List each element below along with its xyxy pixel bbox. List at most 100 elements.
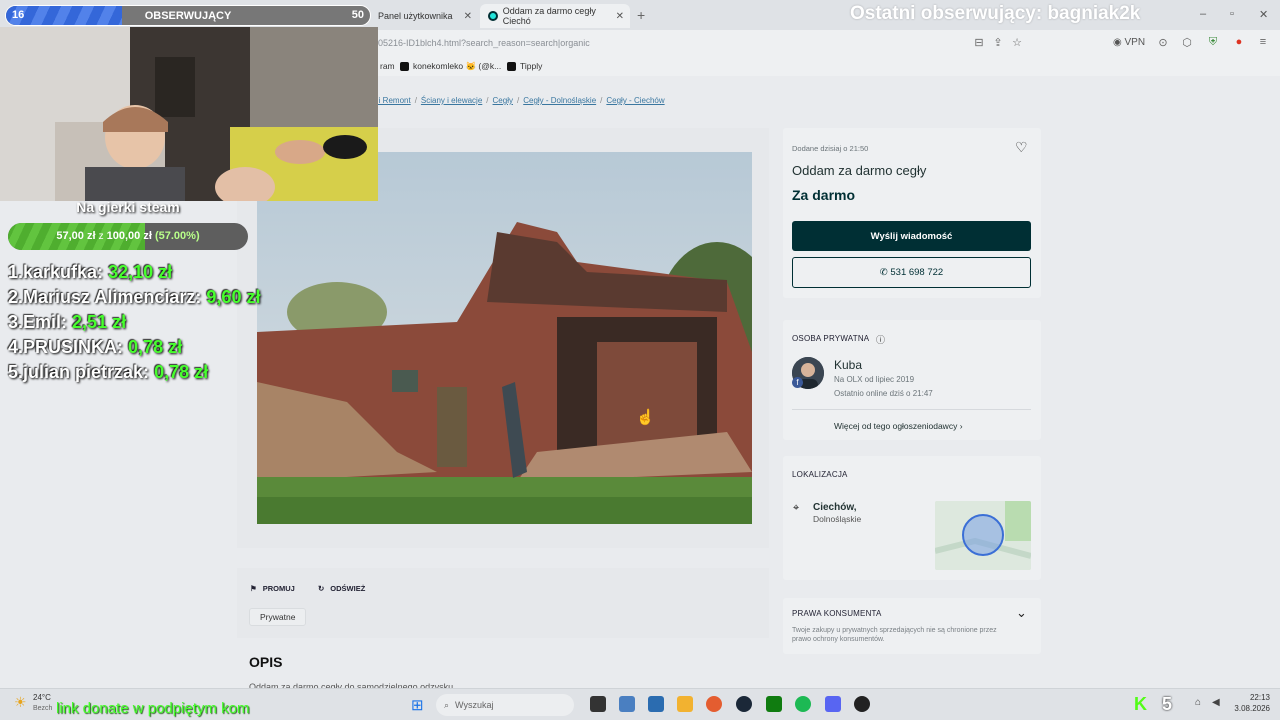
- network-icon[interactable]: ⌂: [1195, 697, 1201, 708]
- screenshot-icon[interactable]: ⊟: [972, 36, 986, 50]
- kick-logo-icon: K: [1134, 694, 1147, 714]
- breadcrumb-item[interactable]: Cegły - Dolnośląskie: [523, 96, 596, 105]
- info-icon[interactable]: ⓘ: [876, 333, 885, 346]
- maximize-icon[interactable]: ▫: [1230, 8, 1234, 20]
- weather-temperature[interactable]: 24°C: [33, 693, 51, 702]
- volume-icon[interactable]: ◀: [1212, 697, 1220, 708]
- location-pin-icon: ⌖: [793, 502, 800, 514]
- obs-icon[interactable]: [854, 696, 870, 712]
- xbox-icon[interactable]: [766, 696, 782, 712]
- clock-time: 22:13: [1249, 693, 1270, 702]
- extensions-icon[interactable]: ⬡: [1180, 36, 1194, 50]
- listing-price: Za darmo: [792, 187, 856, 203]
- facebook-icon: f: [792, 377, 803, 388]
- tab-user-panel[interactable]: Panel użytkownika ✕: [370, 4, 478, 28]
- seller-section-label: OSOBA PRYWATNA: [792, 334, 870, 343]
- consumer-note: Twoje zakupy u prywatnych sprzedających …: [792, 627, 997, 643]
- consumer-section-label: PRAWA KONSUMENTA: [792, 609, 882, 618]
- bookmark-item[interactable]: konekomleko 🐱 (@k...: [400, 61, 501, 72]
- file-explorer-icon[interactable]: [677, 696, 693, 712]
- bookmark-item[interactable]: Tipply: [507, 61, 542, 71]
- minimize-icon[interactable]: –: [1200, 8, 1206, 20]
- tipply-icon: [507, 61, 516, 71]
- goal-raised: 57,00 zł: [56, 230, 96, 242]
- bookmark-star-icon[interactable]: ☆: [1010, 36, 1024, 50]
- system-clock[interactable]: 22:13 3.08.2026: [1232, 692, 1270, 714]
- menu-icon[interactable]: ≡: [1256, 36, 1270, 50]
- divider: [792, 409, 1031, 410]
- refresh-button[interactable]: ↻ ODŚWIEŻ: [318, 584, 365, 593]
- brick-ruins-image: [257, 152, 752, 524]
- windows-start-icon[interactable]: ⊞: [411, 696, 424, 714]
- donate-link-text: link donate w podpiętym kom: [56, 700, 250, 717]
- wallet-icon[interactable]: ⊙: [1156, 36, 1170, 50]
- vpn-label: VPN: [1124, 37, 1146, 48]
- donor-row: 3.Emil: 2,51 zł: [8, 312, 127, 332]
- discord-icon[interactable]: [825, 696, 841, 712]
- close-window-icon[interactable]: ✕: [1259, 8, 1268, 21]
- browser-icon[interactable]: [706, 696, 722, 712]
- more-ads-link[interactable]: Więcej od tego ogłoszeniodawcy ›: [834, 421, 963, 431]
- new-tab-icon[interactable]: +: [637, 7, 645, 23]
- donor-row: 5.julian pietrzak: 0,78 zł: [8, 362, 209, 382]
- location-city: Ciechów,: [813, 502, 857, 513]
- favorite-heart-icon[interactable]: ♡: [1015, 139, 1028, 156]
- bookmark-item[interactable]: ram: [380, 61, 395, 71]
- opera-icon[interactable]: ●: [1232, 36, 1246, 50]
- steam-icon[interactable]: [736, 696, 752, 712]
- location-map[interactable]: [935, 501, 1031, 570]
- adblock-icon[interactable]: ⛨: [1206, 36, 1220, 50]
- follower-goal-label: OBSERWUJĄCY: [144, 10, 232, 22]
- breadcrumb: a i Remont / Ściany i elewacje / Cegły / Ce…: [372, 96, 665, 105]
- donation-goal-text: 57,00 zł z 100,00 zł (57.00%): [8, 230, 248, 242]
- hand-cursor-icon: ☝: [636, 409, 655, 426]
- vpn-button[interactable]: ◉ VPN: [1113, 37, 1145, 48]
- donor-row: 1.karkufka: 32,10 zł: [8, 262, 173, 282]
- follower-goal-bar: OBSERWUJĄCY 16 50: [5, 5, 371, 26]
- app-icon[interactable]: [619, 696, 635, 712]
- refresh-icon: ↻: [318, 584, 325, 593]
- task-view-icon[interactable]: [590, 696, 606, 712]
- donation-goal-title: Na gierki steam: [76, 199, 180, 215]
- seller-name[interactable]: Kuba: [834, 358, 862, 372]
- listing-title: Oddam za darmo cegły: [792, 163, 927, 178]
- phone-number: 531 698 722: [890, 267, 944, 278]
- seller-last-online: Ostatnio online dziś o 21:47: [834, 389, 933, 398]
- follower-goal-target: 50: [351, 9, 364, 21]
- breadcrumb-item[interactable]: Cegły - Ciechów: [606, 96, 664, 105]
- goal-of: z: [98, 231, 104, 242]
- breadcrumb-item[interactable]: Cegły: [493, 96, 513, 105]
- last-follower-label: Ostatni obserwujący: bagniak2k: [850, 3, 1141, 24]
- store-icon[interactable]: [648, 696, 664, 712]
- location-section-label: LOKALIZACJA: [792, 470, 848, 479]
- tab-listing[interactable]: Oddam za darmo cegły Ciechó ✕: [480, 4, 630, 28]
- olx-favicon-icon: [488, 11, 498, 21]
- map-thumbnail: [935, 501, 1031, 570]
- url-text[interactable]: 05216-ID1blch4.html?search_reason=search…: [378, 38, 590, 48]
- added-date: Dodane dzisiaj o 21:50: [792, 144, 869, 153]
- kick-badge-count: 5: [1162, 694, 1173, 714]
- tab-label: Oddam za darmo cegły Ciechó: [502, 6, 596, 26]
- spotify-icon[interactable]: [795, 696, 811, 712]
- send-message-button[interactable]: Wyślij wiadomość: [792, 221, 1031, 251]
- show-phone-button[interactable]: ✆ 531 698 722: [792, 257, 1031, 288]
- weather-icon: ☀: [14, 694, 27, 710]
- goal-target: 100,00 zł: [106, 230, 152, 242]
- close-tab-icon[interactable]: ✕: [616, 11, 624, 22]
- clock-date: 3.08.2026: [1234, 704, 1270, 713]
- tiktok-icon: [400, 62, 409, 71]
- breadcrumb-item[interactable]: Ściany i elewacje: [421, 96, 482, 105]
- promote-button[interactable]: ⚑ PROMUJ: [250, 584, 295, 593]
- listing-photo[interactable]: [257, 152, 752, 524]
- donor-row: 4.PRUSINKA: 0,78 zł: [8, 337, 183, 357]
- phone-icon: ✆: [879, 267, 888, 278]
- top-donors-list: 1.karkufka: 32,10 zł 2.Mariusz Alimencia…: [8, 260, 260, 385]
- follower-count: 16: [12, 9, 25, 21]
- search-placeholder: Wyszukaj: [455, 700, 494, 710]
- seller-since: Na OLX od lipiec 2019: [834, 375, 915, 384]
- close-tab-icon[interactable]: ✕: [464, 11, 472, 22]
- search-icon: ⌕: [444, 699, 450, 710]
- chevron-down-icon[interactable]: ⌄: [1016, 605, 1027, 621]
- share-icon[interactable]: ⇪: [991, 36, 1005, 50]
- taskbar-search[interactable]: ⌕ Wyszukaj: [436, 694, 574, 716]
